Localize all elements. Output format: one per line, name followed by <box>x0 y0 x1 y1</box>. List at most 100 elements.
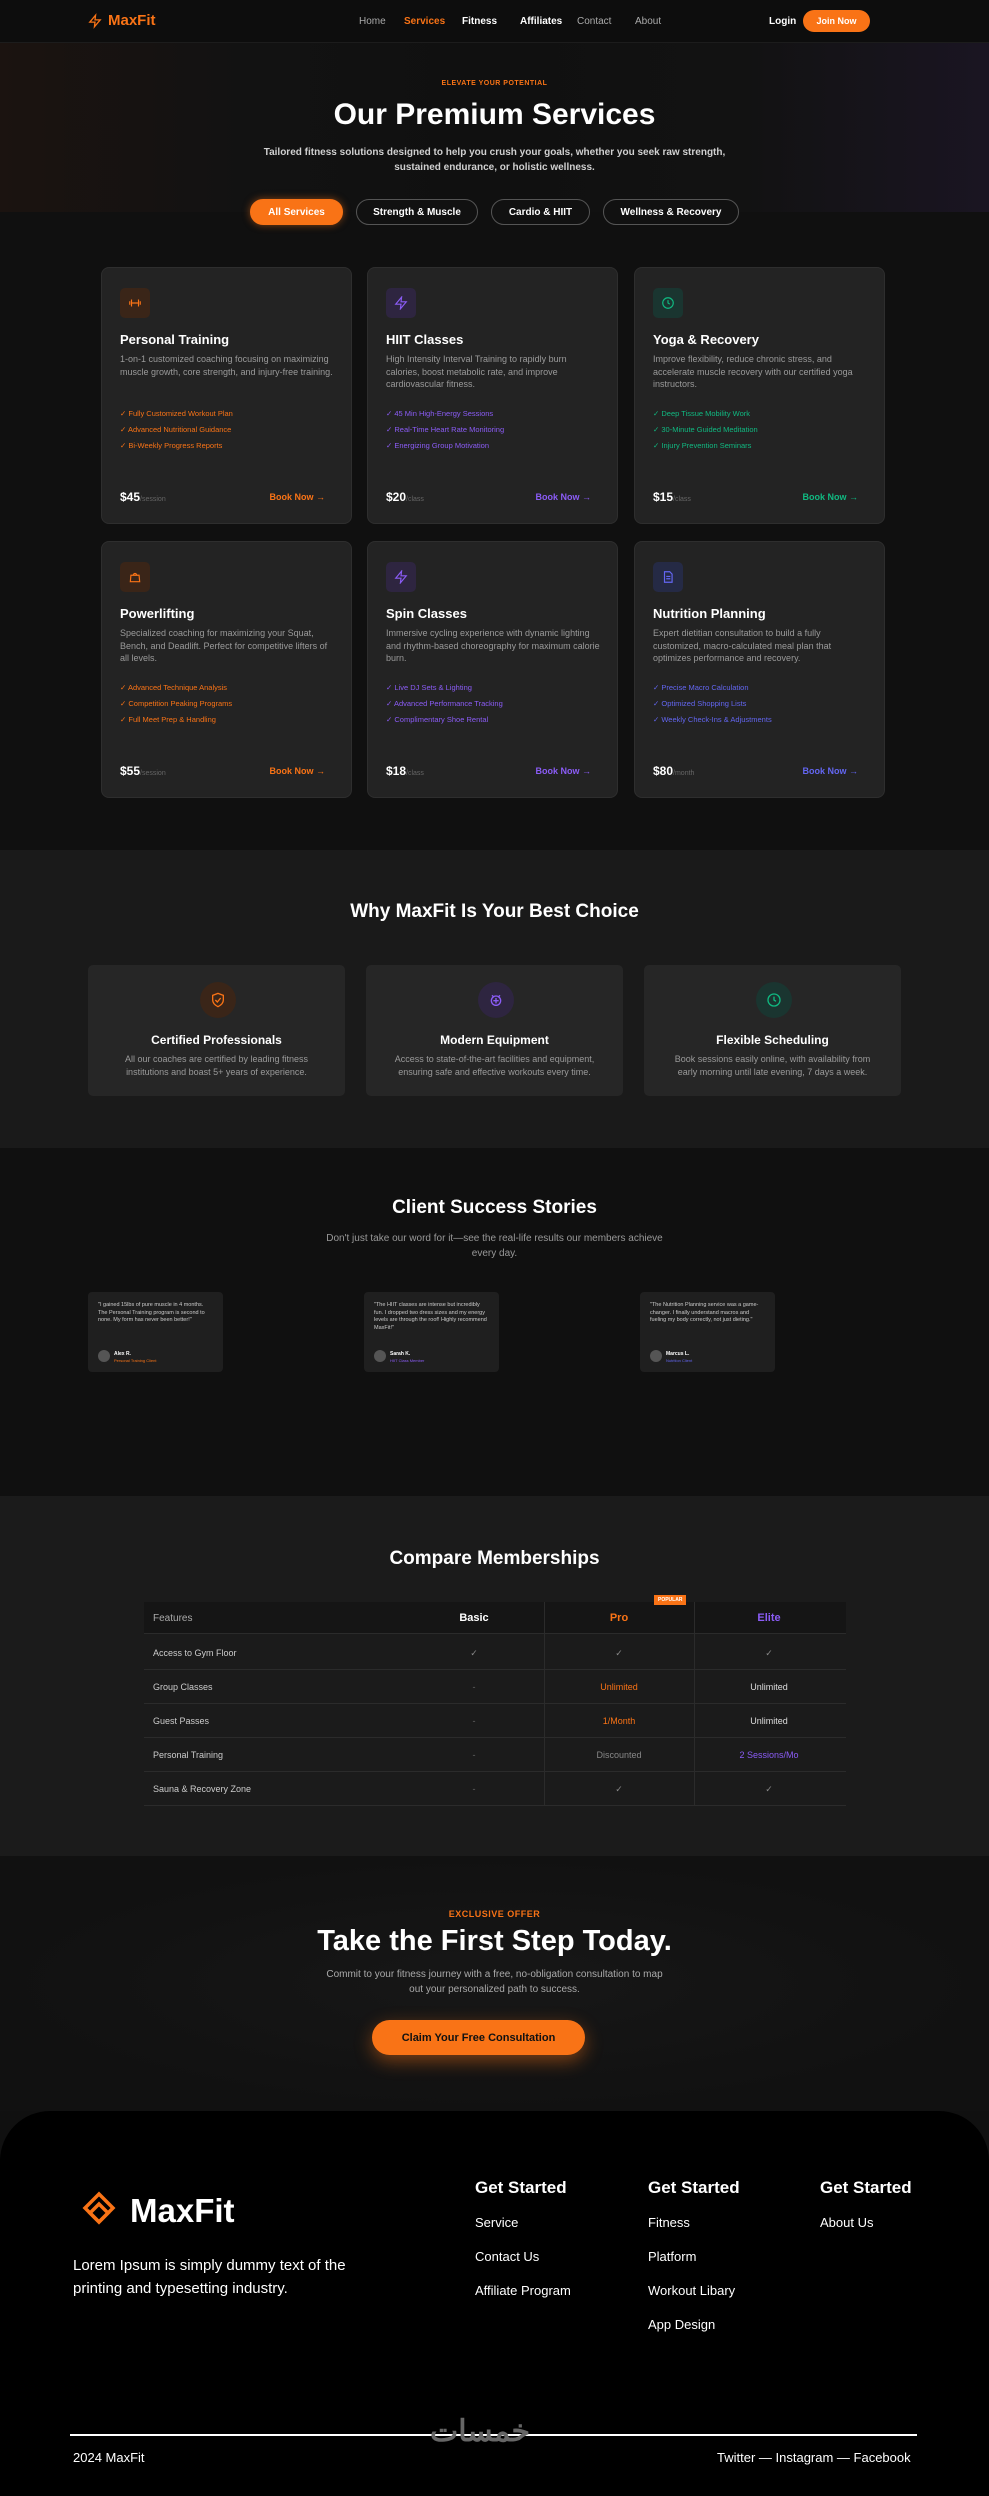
service-feature: ✓ Live DJ Sets & Lighting <box>386 683 472 692</box>
footer-link-platform[interactable]: Platform <box>648 2249 740 2264</box>
book-now-button[interactable]: Book Now → <box>270 766 326 776</box>
table-cell-basic: ✓ <box>470 1647 478 1658</box>
service-feature: ✓ Competition Peaking Programs <box>120 699 233 708</box>
why-card-equipment: Modern Equipment Access to state-of-the-… <box>366 965 623 1096</box>
service-features: ✓ Live DJ Sets & Lighting ✓ Advanced Perf… <box>386 680 606 728</box>
brand-logo[interactable]: MaxFit <box>88 12 156 29</box>
table-cell-basic: - <box>472 1750 476 1760</box>
table-row: Sauna & Recovery Zone - ✓ ✓ <box>144 1772 846 1806</box>
why-card-title: Flexible Scheduling <box>716 1033 829 1047</box>
footer-column-title: Get Started <box>648 2178 740 2197</box>
table-cell-basic: - <box>472 1716 476 1726</box>
nav-link-fitness[interactable]: Fitness <box>462 16 497 27</box>
service-feature: ✓ Energizing Group Motivation <box>386 441 490 450</box>
service-price: $18/class <box>386 764 424 778</box>
service-price: $55/session <box>120 764 166 778</box>
testimonial-quote: "The HIIT classes are intense but incred… <box>374 1302 487 1331</box>
price-unit: /month <box>673 770 695 777</box>
table-cell-elite: 2 Sessions/Mo <box>739 1750 799 1760</box>
clock-icon <box>653 288 683 318</box>
testimonial-name: Marcus L. <box>666 1351 690 1357</box>
service-feature: ✓ Weekly Check-Ins & Adjustments <box>653 715 772 724</box>
service-card: Yoga & Recovery Improve flexibility, red… <box>634 267 885 524</box>
service-price: $45/session <box>120 490 166 504</box>
table-cell-pro: Discounted <box>596 1750 642 1760</box>
testimonial-name: Sarah K. <box>390 1351 411 1357</box>
filter-wellness-recovery[interactable]: Wellness & Recovery <box>603 199 739 225</box>
service-feature: ✓ Deep Tissue Mobility Work <box>653 409 751 418</box>
service-price: $15/class <box>653 490 691 504</box>
why-card-certified: Certified Professionals All our coaches … <box>88 965 345 1096</box>
price-value: $15 <box>653 490 674 504</box>
table-cell-pro: Unlimited <box>600 1682 638 1692</box>
footer-link-fitness[interactable]: Fitness <box>648 2215 740 2230</box>
nav-link-contact[interactable]: Contact <box>577 16 611 27</box>
testimonial-role: Nutrition Client <box>666 1358 693 1363</box>
book-now-button[interactable]: Book Now → <box>803 492 859 502</box>
table-cell-feature: Personal Training <box>153 1750 224 1760</box>
service-feature: ✓ Injury Prevention Seminars <box>653 441 752 450</box>
nav-link-home[interactable]: Home <box>359 16 386 27</box>
cta-subtitle: Commit to your fitness journey with a fr… <box>326 1969 663 1995</box>
footer-link-app-design[interactable]: App Design <box>648 2317 740 2332</box>
nav-link-about[interactable]: About <box>635 16 661 27</box>
filter-cardio-hiit[interactable]: Cardio & HIIT <box>491 199 590 225</box>
price-value: $55 <box>120 764 141 778</box>
testimonial-card: "I gained 15lbs of pure muscle in 4 mont… <box>88 1292 223 1372</box>
nav-link-services[interactable]: Services <box>404 16 445 27</box>
footer-link-contact[interactable]: Contact Us <box>475 2249 571 2264</box>
service-card: Personal Training 1-on-1 customized coac… <box>101 267 352 524</box>
footer-link-about[interactable]: About Us <box>820 2215 912 2230</box>
popular-badge: POPULAR <box>654 1595 687 1605</box>
book-now-button[interactable]: Book Now → <box>270 492 326 502</box>
header-pro: Pro <box>609 1612 629 1624</box>
table-cell-basic: - <box>472 1682 476 1692</box>
table-row: Guest Passes - 1/Month Unlimited <box>144 1704 846 1738</box>
table-cell-pro: 1/Month <box>602 1716 636 1726</box>
login-link[interactable]: Login <box>769 16 796 27</box>
price-unit: /class <box>673 496 691 503</box>
service-desc: Expert dietitian consultation to build a… <box>653 628 832 663</box>
service-title: Yoga & Recovery <box>653 332 759 347</box>
service-desc: High Intensity Interval Training to rapi… <box>386 354 567 389</box>
table-row: Access to Gym Floor ✓ ✓ ✓ <box>144 1636 846 1670</box>
nav-link-affiliates[interactable]: Affiliates <box>520 16 562 27</box>
service-desc: Immersive cycling experience with dynami… <box>386 628 600 663</box>
service-title: Nutrition Planning <box>653 606 766 621</box>
cta-title: Take the First Step Today. <box>317 1925 672 1957</box>
footer-logo[interactable]: MaxFit <box>82 2191 235 2231</box>
table-header-row: Features Basic Pro Elite <box>144 1602 846 1634</box>
service-feature: ✓ Complimentary Shoe Rental <box>386 715 489 724</box>
filter-strength-muscle[interactable]: Strength & Muscle <box>356 199 478 225</box>
why-card-title: Certified Professionals <box>151 1033 282 1047</box>
logo-mark-icon <box>82 2191 116 2225</box>
bolt-icon <box>386 288 416 318</box>
testimonial-name: Alex R. <box>114 1351 131 1357</box>
footer-link-service[interactable]: Service <box>475 2215 571 2230</box>
filter-all-services[interactable]: All Services <box>250 199 343 225</box>
header-basic: Basic <box>459 1612 489 1624</box>
free-consultation-button[interactable]: Claim Your Free Consultation <box>372 2020 585 2055</box>
why-card-desc: All our coaches are certified by leading… <box>124 1054 309 1077</box>
footer-column: Get Started Fitness Platform Workout Lib… <box>648 2178 740 2351</box>
footer-link-workout-library[interactable]: Workout Libary <box>648 2283 740 2298</box>
book-now-button[interactable]: Book Now → <box>803 766 859 776</box>
footer-column: Get Started About Us <box>820 2178 912 2249</box>
service-features: ✓ Advanced Technique Analysis ✓ Competiti… <box>120 680 340 728</box>
copyright: 2024 MaxFit <box>73 2450 145 2465</box>
header-elite: Elite <box>757 1612 781 1624</box>
book-now-button[interactable]: Book Now → <box>536 492 592 502</box>
service-features: ✓ Fully Customized Workout Plan ✓ Advance… <box>120 406 340 454</box>
price-unit: /session <box>140 770 166 777</box>
equipment-icon <box>478 982 514 1018</box>
price-value: $80 <box>653 764 674 778</box>
footer-link-affiliate[interactable]: Affiliate Program <box>475 2283 571 2298</box>
social-links[interactable]: Twitter — Instagram — Facebook <box>717 2450 911 2465</box>
cta-section: EXCLUSIVE OFFER Take the First Step Toda… <box>0 1856 989 2111</box>
service-card: Spin Classes Immersive cycling experienc… <box>367 541 618 798</box>
footer: MaxFit Lorem Ipsum is simply dummy text … <box>0 2111 989 2496</box>
service-feature: ✓ Optimized Shopping Lists <box>653 699 747 708</box>
book-now-button[interactable]: Book Now → <box>536 766 592 776</box>
join-now-button[interactable]: Join Now <box>803 10 870 32</box>
clock-icon <box>756 982 792 1018</box>
